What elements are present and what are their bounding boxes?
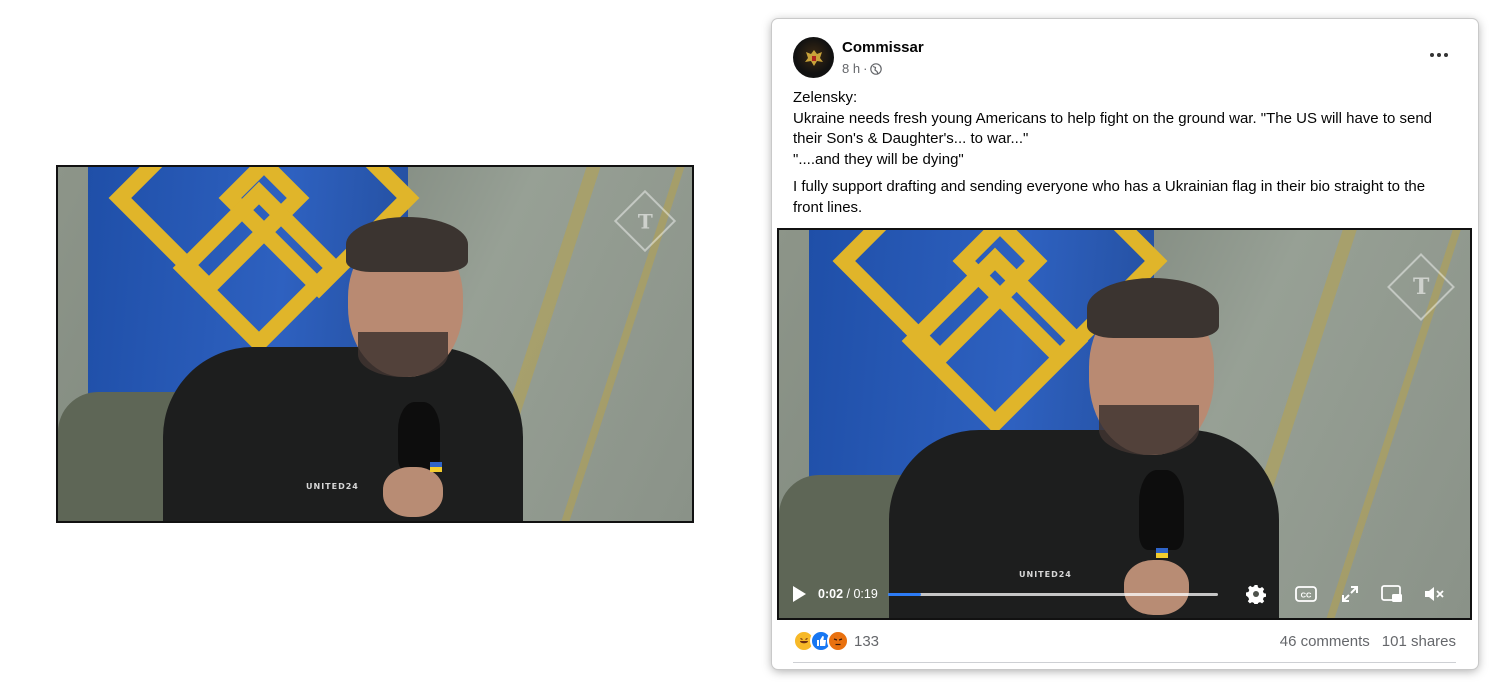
shares-count[interactable]: 101 shares [1382, 633, 1456, 650]
post-text: Zelensky: Ukraine needs fresh young Amer… [793, 88, 1453, 218]
angry-reaction-icon [827, 630, 849, 652]
total-time: / 0:19 [843, 587, 878, 601]
play-icon[interactable] [793, 586, 806, 602]
reaction-count[interactable]: 133 [854, 633, 879, 650]
mute-icon[interactable] [1422, 582, 1446, 606]
meta-separator: · [863, 61, 868, 76]
settings-gear-icon[interactable] [1244, 582, 1268, 606]
shirt-logo: UNITED24 [306, 482, 359, 491]
facebook-post: Commissar 8 h · Zelensky: Ukraine needs … [772, 19, 1478, 669]
microphone [1139, 470, 1184, 550]
author-avatar[interactable] [793, 37, 834, 78]
time-display: 0:02 / 0:19 [818, 587, 878, 601]
video-player[interactable]: UNITED24 T 0:02 / 0:19 CC [777, 228, 1472, 620]
divider [793, 662, 1456, 663]
picture-in-picture-icon[interactable] [1380, 582, 1404, 606]
fullscreen-icon[interactable] [1338, 582, 1362, 606]
current-time: 0:02 [818, 587, 844, 601]
post-line: Ukraine needs fresh young Americans to h… [793, 109, 1433, 148]
more-options-button[interactable] [1424, 43, 1454, 67]
post-timestamp[interactable]: 8 h [842, 61, 860, 76]
post-line: Zelensky: [793, 89, 858, 106]
dot-icon [1430, 53, 1434, 57]
dot-icon [1444, 53, 1448, 57]
engagement-bar: 133 46 comments 101 shares [793, 630, 1456, 652]
post-line: "....and they will be dying" [793, 150, 964, 168]
captions-cc-icon[interactable]: CC [1294, 582, 1318, 606]
reaction-icons[interactable] [793, 630, 849, 652]
post-line: I fully support drafting and sending eve… [793, 178, 1426, 216]
post-meta: 8 h · [842, 61, 883, 76]
progress-fill [887, 592, 921, 596]
video-controls: 0:02 / 0:19 CC [779, 570, 1470, 618]
comments-count[interactable]: 46 comments [1280, 633, 1370, 650]
author-name[interactable]: Commissar [842, 39, 924, 56]
eagle-emblem-icon [804, 49, 823, 66]
progress-bar[interactable] [887, 592, 1218, 596]
dot-icon [1437, 53, 1441, 57]
svg-text:CC: CC [1300, 591, 1311, 600]
person [163, 347, 523, 521]
globe-icon [870, 62, 883, 75]
video-still-thumbnail: UNITED24 T [56, 165, 694, 523]
